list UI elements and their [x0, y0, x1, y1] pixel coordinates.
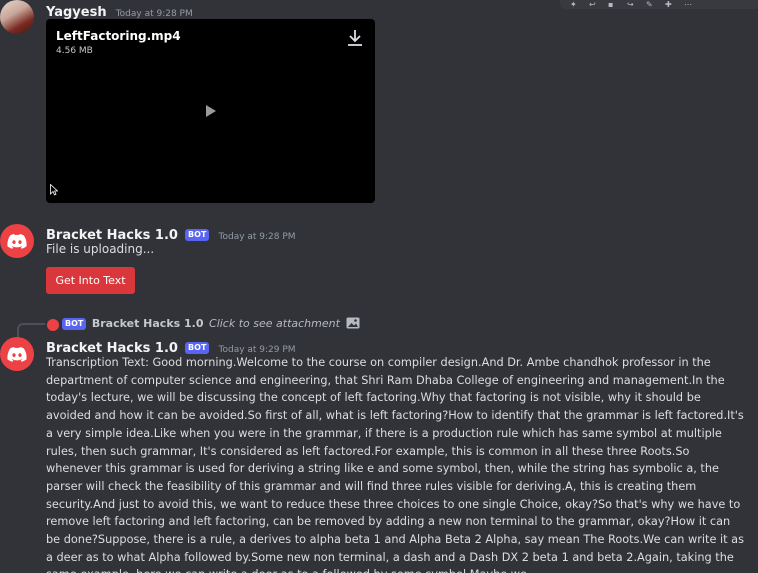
- reply-text[interactable]: Click to see attachment: [209, 317, 340, 330]
- video-attachment[interactable]: LeftFactoring.mp4 4.56 MB: [46, 19, 375, 203]
- mouse-cursor-icon: [50, 184, 58, 196]
- play-icon[interactable]: [206, 105, 216, 117]
- timestamp: Today at 9:28 PM: [115, 9, 193, 19]
- bot-avatar[interactable]: [0, 224, 34, 258]
- reply-username[interactable]: Bracket Hacks 1.0: [92, 317, 204, 330]
- more-icon[interactable]: ⋯: [684, 0, 695, 8]
- bot-tag: BOT: [185, 229, 210, 241]
- forward-icon[interactable]: ↪: [627, 0, 638, 8]
- discord-logo-icon: [7, 233, 27, 249]
- transcription-text: Transcription Text: Good morning.Welcome…: [46, 356, 744, 573]
- reaction-icon[interactable]: ✦: [570, 0, 581, 8]
- pin-icon[interactable]: ✚: [665, 0, 676, 8]
- discord-logo-icon: [7, 346, 27, 362]
- username[interactable]: Yagyesh: [46, 5, 107, 20]
- edit-icon[interactable]: ✎: [646, 0, 657, 8]
- reply-icon[interactable]: ↩: [589, 0, 600, 8]
- reply-avatar[interactable]: [47, 319, 59, 331]
- thread-icon[interactable]: ▪: [608, 0, 619, 8]
- message-text: File is uploading...: [46, 242, 155, 256]
- attachment-size: 4.56 MB: [56, 46, 93, 56]
- reply-preview[interactable]: BOT Bracket Hacks 1.0 Click to see attac…: [62, 317, 360, 330]
- image-icon: [346, 317, 360, 329]
- download-icon[interactable]: [347, 29, 363, 47]
- user-avatar[interactable]: [0, 0, 34, 34]
- get-into-text-button[interactable]: Get Into Text: [46, 267, 135, 294]
- bot-tag: BOT: [185, 342, 210, 354]
- bot-tag: BOT: [62, 318, 87, 330]
- reply-connector: [17, 323, 45, 337]
- attachment-filename[interactable]: LeftFactoring.mp4: [56, 29, 181, 43]
- timestamp: Today at 9:28 PM: [218, 232, 296, 242]
- bot-avatar[interactable]: [0, 337, 34, 371]
- message1-header: Yagyesh Today at 9:28 PM: [46, 1, 193, 20]
- message-actions-bar: ✦ ↩ ▪ ↪ ✎ ✚ ⋯: [560, 0, 758, 9]
